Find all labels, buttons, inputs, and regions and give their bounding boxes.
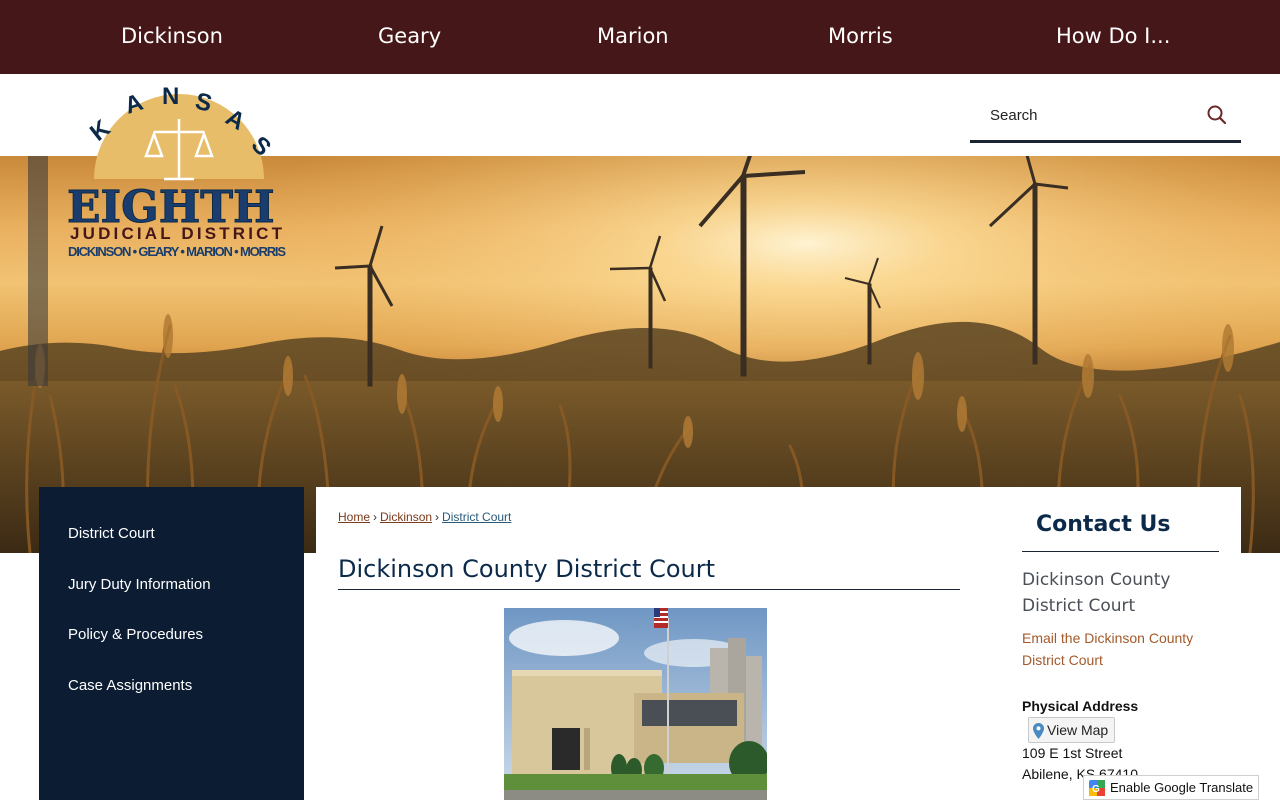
search-box <box>970 92 1241 143</box>
sidebar-item-case-assignments[interactable]: Case Assignments <box>68 677 192 694</box>
contact-name: Dickinson County District Court <box>1022 570 1171 616</box>
google-translate-button[interactable]: G Enable Google Translate <box>1083 775 1259 800</box>
nav-item-how-do-i[interactable]: How Do I... <box>1056 0 1170 74</box>
search-input[interactable] <box>970 92 1212 138</box>
nav-item-geary[interactable]: Geary <box>378 0 441 74</box>
nav-item-marion[interactable]: Marion <box>597 0 669 74</box>
nav-item-morris[interactable]: Morris <box>828 0 893 74</box>
search-icon[interactable] <box>1206 104 1228 126</box>
view-map-button[interactable]: View Map <box>1028 717 1116 743</box>
sidebar-item-district-court[interactable]: District Court <box>68 525 155 542</box>
breadcrumb-home[interactable]: Home <box>338 510 370 524</box>
main-content: Home › Dickinson › District Court Dickinson … <box>316 487 1241 800</box>
breadcrumb-separator: › <box>373 510 378 524</box>
translate-label: Enable Google Translate <box>1110 780 1254 795</box>
page-title: Dickinson County District Court <box>338 555 960 590</box>
breadcrumb: Home › Dickinson › District Court <box>338 510 511 524</box>
breadcrumb-dickinson[interactable]: Dickinson <box>380 510 432 524</box>
svg-text:G: G <box>1092 784 1100 795</box>
contact-email-link[interactable]: Email the Dickinson County District Cour… <box>1022 627 1212 671</box>
breadcrumb-separator: › <box>435 510 440 524</box>
sidebar-nav: District Court Jury Duty Information Pol… <box>39 487 304 800</box>
svg-text:DICKINSON • GEARY • MARION • M: DICKINSON • GEARY • MARION • MORRIS <box>68 244 286 259</box>
nav-item-dickinson[interactable]: Dickinson <box>121 0 223 74</box>
address-line-1: 109 E 1st Street <box>1022 745 1123 761</box>
svg-text:JUDICIAL DISTRICT: JUDICIAL DISTRICT <box>70 224 283 243</box>
breadcrumb-district-court[interactable]: District Court <box>442 510 511 524</box>
physical-address-label: Physical Address <box>1022 698 1139 714</box>
kansas-eighth-judicial-district-logo[interactable]: K A N S A S EIGHTH JUDICIAL DISTRICT DIC… <box>64 84 294 264</box>
courthouse-photo <box>504 608 767 800</box>
contact-divider <box>1022 551 1219 552</box>
sidebar-item-policy-procedures[interactable]: Policy & Procedures <box>68 626 203 643</box>
sidebar-item-jury-duty[interactable]: Jury Duty Information <box>68 576 211 593</box>
map-pin-icon <box>1033 723 1044 740</box>
svg-text:N: N <box>162 84 179 110</box>
google-translate-icon: G <box>1089 780 1105 796</box>
view-map-label: View Map <box>1047 722 1109 738</box>
contact-us-heading: Contact Us <box>1036 512 1171 537</box>
top-navigation: Dickinson Geary Marion Morris How Do I..… <box>0 0 1280 74</box>
